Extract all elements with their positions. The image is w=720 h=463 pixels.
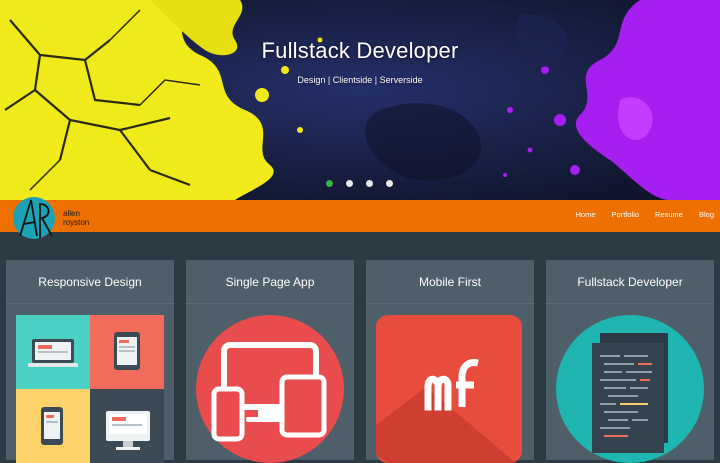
- brand-name-line1: allen: [63, 209, 80, 218]
- card-mobile-first[interactable]: Mobile First: [366, 260, 534, 463]
- hero-title: Fullstack Developer: [261, 38, 459, 63]
- paint-splash-background: [0, 0, 720, 200]
- nav-link-blog[interactable]: Blog: [699, 210, 714, 222]
- nav-link-resume[interactable]: Resume: [655, 210, 683, 222]
- card-single-page-app[interactable]: Single Page App: [186, 260, 354, 463]
- brand-name: allen royston: [63, 209, 89, 227]
- carousel-indicators: [324, 180, 396, 188]
- carousel-dot-3[interactable]: [366, 180, 373, 187]
- card-title: Single Page App: [186, 260, 354, 304]
- carousel-dot-2[interactable]: [346, 180, 353, 187]
- nav-menu: Home Portfolio Resume Blog: [560, 210, 714, 222]
- card-title: Mobile First: [366, 260, 534, 304]
- nav-link-portfolio[interactable]: Portfolio: [612, 210, 640, 222]
- card-fullstack-developer[interactable]: Fullstack Developer: [546, 260, 714, 463]
- card-title: Fullstack Developer: [546, 260, 714, 304]
- brand-name-line2: royston: [63, 218, 90, 227]
- hero-subtitle: Design | Clientside | Serverside: [297, 75, 423, 85]
- hero-banner: Fullstack Developer Design | Clientside …: [0, 0, 720, 200]
- code-documents-icon: [556, 315, 704, 463]
- card-title: Responsive Design: [6, 260, 174, 304]
- ar-logo-icon[interactable]: [12, 196, 57, 241]
- mf-logo-icon: [376, 315, 522, 463]
- carousel-dot-1[interactable]: [326, 180, 333, 187]
- card-responsive-design[interactable]: Responsive Design: [6, 260, 174, 463]
- carousel-dot-4[interactable]: [386, 180, 393, 187]
- multi-device-icon: [196, 315, 344, 463]
- responsive-devices-icon: [16, 315, 164, 463]
- nav-link-home[interactable]: Home: [576, 210, 596, 222]
